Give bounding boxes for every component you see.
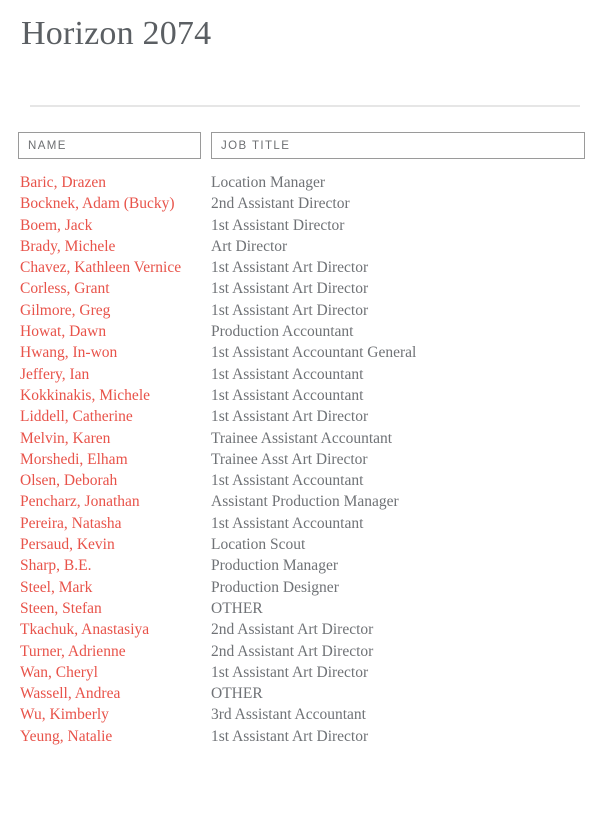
cell-name[interactable]: Jeffery, Ian bbox=[18, 364, 211, 385]
cell-name[interactable]: Steel, Mark bbox=[18, 577, 211, 598]
cell-job-title: Location Scout bbox=[211, 536, 306, 554]
table-row: Baric, Drazen Location Manager bbox=[18, 172, 582, 193]
table-row: Jeffery, Ian 1st Assistant Accountant bbox=[18, 364, 582, 385]
cell-job-title: 2nd Assistant Art Director bbox=[211, 642, 374, 660]
cell-job-title: OTHER bbox=[211, 599, 263, 617]
cell-job-title: 1st Assistant Accountant General bbox=[211, 344, 417, 362]
cell-name[interactable]: Hwang, In-won bbox=[18, 342, 211, 363]
table-row: Corless, Grant 1st Assistant Art Director bbox=[18, 278, 582, 299]
cell-job-title: 1st Assistant Art Director bbox=[211, 727, 369, 745]
table-row: Steel, Mark Production Designer bbox=[18, 577, 582, 598]
cell-name[interactable]: Pereira, Natasha bbox=[18, 513, 211, 534]
cell-name[interactable]: Pencharz, Jonathan bbox=[18, 491, 211, 512]
table-row: Pencharz, Jonathan Assistant Production M… bbox=[18, 491, 582, 512]
cell-name[interactable]: Corless, Grant bbox=[18, 278, 211, 299]
cell-name[interactable]: Baric, Drazen bbox=[18, 172, 211, 193]
cell-job-title: Trainee Asst Art Director bbox=[211, 450, 368, 468]
cell-name[interactable]: Howat, Dawn bbox=[18, 321, 211, 342]
cell-job-title: 1st Assistant Accountant bbox=[211, 514, 364, 532]
table-row: Melvin, Karen Trainee Assistant Accountan… bbox=[18, 428, 582, 449]
title-divider bbox=[30, 105, 580, 107]
cell-job-title: 2nd Assistant Art Director bbox=[211, 621, 374, 639]
table-row: Kokkinakis, Michele 1st Assistant Account… bbox=[18, 385, 582, 406]
cell-job-title: Art Director bbox=[211, 237, 288, 255]
table-row: Tkachuk, Anastasiya 2nd Assistant Art Dir… bbox=[18, 619, 582, 640]
cell-job-title: Production Manager bbox=[211, 557, 338, 575]
cell-job-title: 3rd Assistant Accountant bbox=[211, 706, 366, 724]
cell-job-title: 1st Assistant Accountant bbox=[211, 386, 364, 404]
cell-name[interactable]: Persaud, Kevin bbox=[18, 534, 211, 555]
cell-name[interactable]: Turner, Adrienne bbox=[18, 641, 211, 662]
table-row: Brady, Michele Art Director bbox=[18, 236, 582, 257]
table-row: Bocknek, Adam (Bucky) 2nd Assistant Direc… bbox=[18, 193, 582, 214]
cell-job-title: 1st Assistant Art Director bbox=[211, 663, 369, 681]
cell-job-title: Production Accountant bbox=[211, 323, 354, 341]
cell-name[interactable]: Olsen, Deborah bbox=[18, 470, 211, 491]
page-title: Horizon 2074 bbox=[21, 15, 212, 52]
table-row: Pereira, Natasha 1st Assistant Accountant bbox=[18, 513, 582, 534]
table-row: Boem, Jack 1st Assistant Director bbox=[18, 215, 582, 236]
table-row: Howat, Dawn Production Accountant bbox=[18, 321, 582, 342]
cell-name[interactable]: Steen, Stefan bbox=[18, 598, 211, 619]
credits-page: Horizon 2074 NAME JOB TITLE Baric, Draze… bbox=[0, 0, 600, 823]
table-row: Yeung, Natalie 1st Assistant Art Director bbox=[18, 726, 582, 747]
cell-job-title: 2nd Assistant Director bbox=[211, 195, 350, 213]
cell-job-title: Assistant Production Manager bbox=[211, 493, 399, 511]
cell-job-title: OTHER bbox=[211, 685, 263, 703]
cell-job-title: Production Designer bbox=[211, 578, 339, 596]
table-row: Olsen, Deborah 1st Assistant Accountant bbox=[18, 470, 582, 491]
cell-name[interactable]: Bocknek, Adam (Bucky) bbox=[18, 193, 211, 214]
table-row: Sharp, B.E. Production Manager bbox=[18, 555, 582, 576]
cell-name[interactable]: Gilmore, Greg bbox=[18, 300, 211, 321]
table-row: Wu, Kimberly 3rd Assistant Accountant bbox=[18, 704, 582, 725]
table-row: Liddell, Catherine 1st Assistant Art Dire… bbox=[18, 406, 582, 427]
cell-job-title: 1st Assistant Accountant bbox=[211, 472, 364, 490]
table-header-row: NAME JOB TITLE bbox=[18, 132, 585, 159]
table-row: Morshedi, Elham Trainee Asst Art Director bbox=[18, 449, 582, 470]
column-header-name[interactable]: NAME bbox=[18, 132, 201, 159]
cell-job-title: 1st Assistant Art Director bbox=[211, 259, 369, 277]
cell-job-title: 1st Assistant Art Director bbox=[211, 301, 369, 319]
cell-job-title: 1st Assistant Art Director bbox=[211, 408, 369, 426]
cell-name[interactable]: Yeung, Natalie bbox=[18, 726, 211, 747]
credits-table-body: Baric, Drazen Location Manager Bocknek, Ad… bbox=[18, 172, 582, 747]
cell-name[interactable]: Liddell, Catherine bbox=[18, 406, 211, 427]
table-row: Persaud, Kevin Location Scout bbox=[18, 534, 582, 555]
cell-name[interactable]: Sharp, B.E. bbox=[18, 555, 211, 576]
cell-job-title: 1st Assistant Director bbox=[211, 216, 345, 234]
cell-job-title: 1st Assistant Accountant bbox=[211, 365, 364, 383]
column-header-job-title[interactable]: JOB TITLE bbox=[211, 132, 585, 159]
table-row: Hwang, In-won 1st Assistant Accountant Ge… bbox=[18, 342, 582, 363]
cell-name[interactable]: Boem, Jack bbox=[18, 215, 211, 236]
cell-name[interactable]: Morshedi, Elham bbox=[18, 449, 211, 470]
table-row: Wan, Cheryl 1st Assistant Art Director bbox=[18, 662, 582, 683]
cell-job-title: Location Manager bbox=[211, 174, 326, 191]
cell-name[interactable]: Wu, Kimberly bbox=[18, 704, 211, 725]
cell-name[interactable]: Melvin, Karen bbox=[18, 428, 211, 449]
table-row: Gilmore, Greg 1st Assistant Art Director bbox=[18, 300, 582, 321]
cell-name[interactable]: Chavez, Kathleen Vernice bbox=[18, 257, 211, 278]
cell-job-title: 1st Assistant Art Director bbox=[211, 280, 369, 298]
table-row: Turner, Adrienne 2nd Assistant Art Direct… bbox=[18, 641, 582, 662]
table-row: Wassell, Andrea OTHER bbox=[18, 683, 582, 704]
table-row: Steen, Stefan OTHER bbox=[18, 598, 582, 619]
cell-name[interactable]: Wan, Cheryl bbox=[18, 662, 211, 683]
cell-name[interactable]: Kokkinakis, Michele bbox=[18, 385, 211, 406]
cell-name[interactable]: Brady, Michele bbox=[18, 236, 211, 257]
table-row: Chavez, Kathleen Vernice 1st Assistant Ar… bbox=[18, 257, 582, 278]
cell-name[interactable]: Wassell, Andrea bbox=[18, 683, 211, 704]
cell-job-title: Trainee Assistant Accountant bbox=[211, 429, 393, 447]
cell-name[interactable]: Tkachuk, Anastasiya bbox=[18, 619, 211, 640]
